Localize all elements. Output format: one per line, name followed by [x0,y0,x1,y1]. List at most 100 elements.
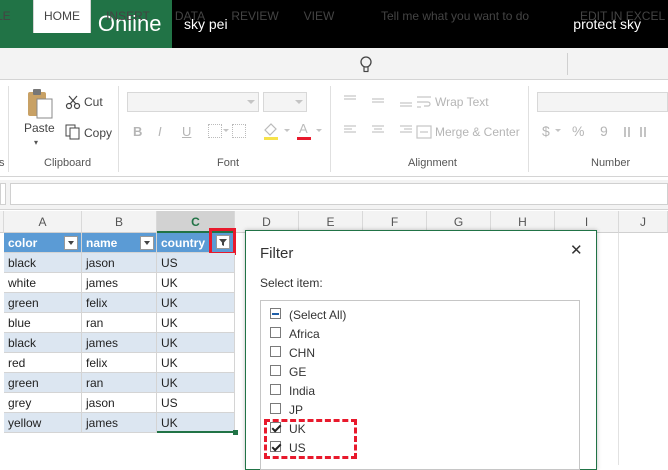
table-row: yellow james UK [4,413,236,433]
checkbox-icon[interactable] [270,365,281,376]
checkbox-icon[interactable] [270,403,281,414]
table-cell[interactable]: black [4,253,82,273]
formula-input[interactable] [10,183,668,205]
table-cell[interactable]: jason [82,393,157,413]
tab-data[interactable]: DATA [166,0,214,32]
tab-view[interactable]: VIEW [296,0,342,32]
borders-icon[interactable] [208,124,222,138]
table-header-name[interactable]: name [82,233,157,253]
close-icon[interactable]: ✕ [570,241,583,259]
table-cell[interactable]: felix [82,353,157,373]
checkbox-icon[interactable] [270,384,281,395]
table-cell[interactable]: green [4,373,82,393]
table-cell[interactable]: ran [82,373,157,393]
copy-button[interactable]: Copy [84,126,112,140]
tab-home[interactable]: HOME [33,0,91,33]
chevron-down-icon[interactable] [284,129,290,132]
fill-handle[interactable] [233,430,238,435]
table-cell[interactable]: green [4,293,82,313]
wrap-text-icon[interactable] [416,95,432,109]
table-header-color[interactable]: color [4,233,82,253]
table-cell[interactable]: UK [157,353,235,373]
table-row: blue ran UK [4,313,236,333]
filter-title: Filter [260,245,294,262]
filter-item-africa[interactable]: Africa [268,324,568,342]
tab-file[interactable]: LE [0,0,11,32]
comma-style-button[interactable]: 9 [600,123,608,139]
filter-item-india[interactable]: India [268,381,568,399]
table-cell[interactable]: white [4,273,82,293]
font-size-dropdown[interactable] [263,92,307,112]
table-cell[interactable]: ran [82,313,157,333]
chevron-down-icon[interactable]: ▾ [34,138,38,147]
underline-button[interactable]: U [182,124,191,139]
chevron-down-icon[interactable] [316,129,322,132]
table-cell[interactable]: james [82,413,157,433]
checkbox-icon[interactable] [270,346,281,357]
tell-me-search[interactable]: Tell me what you want to do [381,0,541,32]
paste-button[interactable]: Paste [24,121,55,135]
scissors-icon[interactable] [65,94,81,110]
number-group-label: Number [591,157,631,169]
chevron-down-icon[interactable] [555,129,561,132]
checkbox-icon[interactable] [270,327,281,338]
tab-insert[interactable]: INSERT [100,0,156,32]
cut-button[interactable]: Cut [84,95,103,109]
table-cell[interactable]: US [157,393,235,413]
column-header-a[interactable]: A [4,211,82,233]
chevron-down-icon[interactable] [223,129,229,132]
table-cell[interactable]: grey [4,393,82,413]
tab-review[interactable]: REVIEW [226,0,284,32]
filter-item-label: CHN [289,346,315,360]
table-cell[interactable]: UK [157,273,235,293]
filter-item-jp[interactable]: JP [268,400,568,418]
filter-item-label: GE [289,365,307,379]
table-cell[interactable]: james [82,333,157,353]
font-color-icon[interactable]: A [296,121,312,141]
merge-center-icon[interactable] [416,125,432,139]
italic-button[interactable]: I [158,124,162,139]
table-cell[interactable]: james [82,273,157,293]
edit-in-excel-button[interactable]: EDIT IN EXCEL [580,0,668,32]
table-cell[interactable]: yellow [4,413,82,433]
decimal-buttons[interactable] [622,124,652,140]
percent-button[interactable]: % [572,123,584,139]
column-header-b[interactable]: B [82,211,157,233]
merge-center-button[interactable]: Merge & Center [435,125,520,139]
fill-color-icon[interactable] [262,121,280,141]
filter-dropdown-icon[interactable] [64,236,78,250]
paste-icon[interactable] [26,88,54,120]
filter-active-icon[interactable] [216,235,230,249]
table-cell[interactable]: US [157,253,235,273]
font-name-dropdown[interactable] [127,92,259,112]
table-cell[interactable]: felix [82,293,157,313]
number-format-dropdown[interactable] [537,92,668,112]
table-row: white james UK [4,273,236,293]
table-cell[interactable]: UK [157,373,235,393]
column-header-j[interactable]: J [619,211,668,233]
table-cell[interactable]: UK [157,333,235,353]
filter-item-chn[interactable]: CHN [268,343,568,361]
borders-all-icon[interactable] [232,124,246,138]
table-cell[interactable]: UK [157,293,235,313]
bold-button[interactable]: B [133,124,142,139]
name-box[interactable] [0,183,6,205]
table-cell[interactable]: red [4,353,82,373]
filter-item-ge[interactable]: GE [268,362,568,380]
currency-button[interactable]: $ [542,123,550,139]
table-cell[interactable]: jason [82,253,157,273]
checkbox-icon[interactable] [270,308,281,319]
copy-icon[interactable] [65,124,81,140]
previous-group-label: s [0,157,5,169]
filter-item-select-all[interactable]: (Select All) [268,305,568,323]
table-cell[interactable]: blue [4,313,82,333]
table-body: black jason US white james UK green feli… [4,253,236,433]
selected-items-highlight [264,419,357,459]
table-cell[interactable]: UK [157,413,235,433]
filter-dropdown-icon[interactable] [140,236,154,250]
wrap-text-button[interactable]: Wrap Text [435,95,489,109]
table-row: red felix UK [4,353,236,373]
table-cell[interactable]: black [4,333,82,353]
table-cell[interactable]: UK [157,313,235,333]
font-color-swatch [297,137,311,140]
